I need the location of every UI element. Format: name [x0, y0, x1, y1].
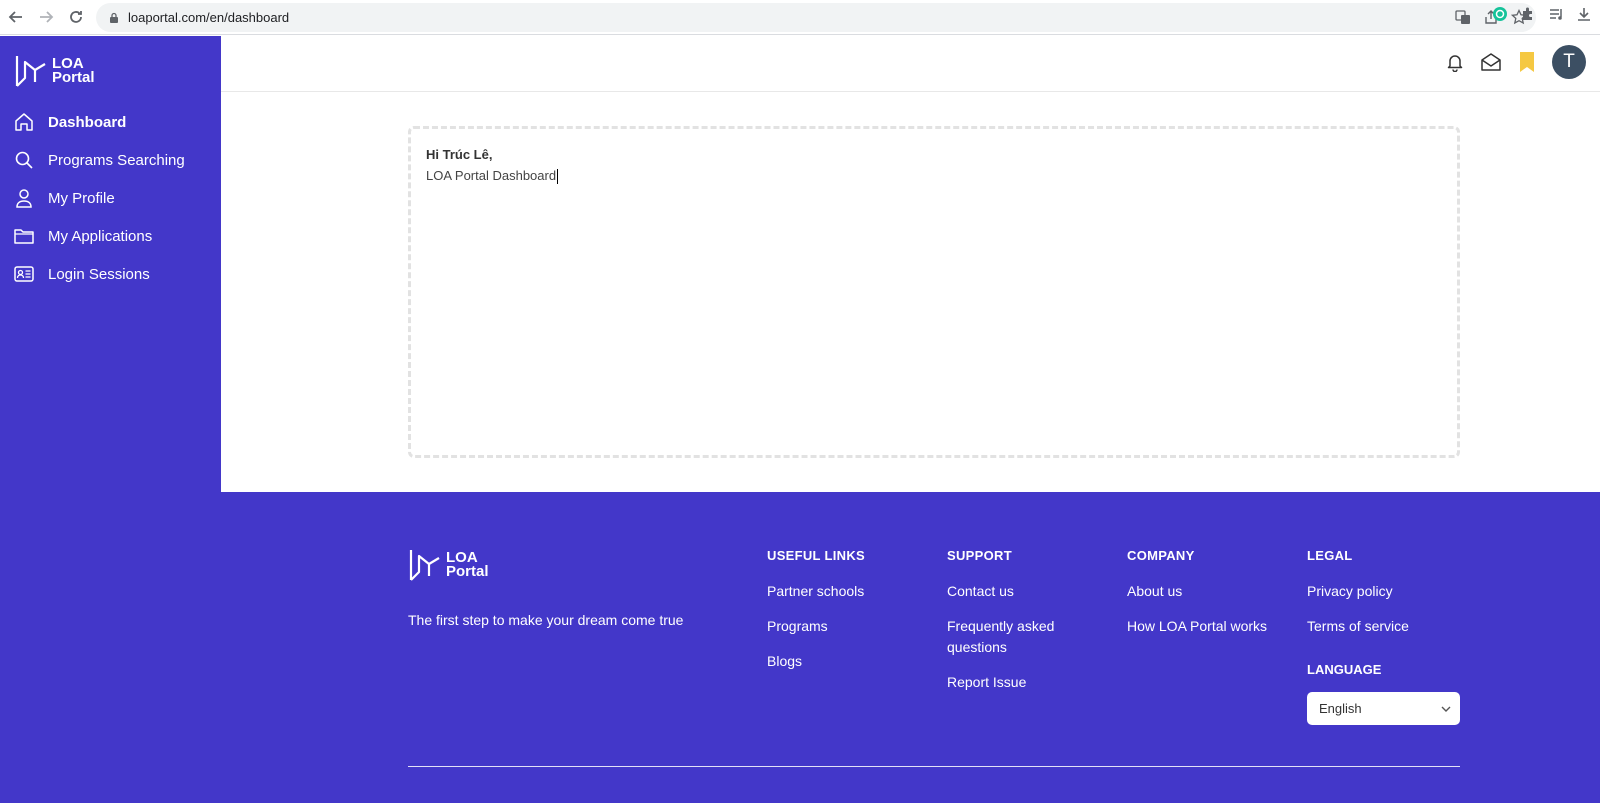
footer-link-about-us[interactable]: About us: [1127, 581, 1267, 602]
language-selected-value: English: [1319, 701, 1362, 716]
logo[interactable]: LOA Portal: [14, 54, 95, 88]
logo-line2: Portal: [446, 563, 489, 580]
reload-icon: [70, 11, 82, 23]
avatar[interactable]: T: [1552, 45, 1586, 79]
translate-icon[interactable]: [1454, 8, 1472, 26]
sidebar-item-label: My Applications: [48, 227, 153, 245]
bookmark-icon[interactable]: [1516, 51, 1538, 73]
footer-tagline: The first step to make your dream come t…: [408, 612, 684, 628]
loa-logo-icon: [409, 550, 440, 581]
url-text: loaportal.com/en/dashboard: [128, 10, 290, 25]
user-icon: [16, 189, 32, 208]
sidebar-item-label: Dashboard: [48, 113, 127, 131]
chevron-down-icon: [1441, 706, 1451, 712]
footer-link-privacy-policy[interactable]: Privacy policy: [1307, 581, 1409, 602]
footer-logo[interactable]: LOA Portal: [408, 548, 489, 582]
reload-button[interactable]: [62, 3, 90, 31]
id-card-icon: [14, 266, 34, 282]
address-bar[interactable]: loaportal.com/en/dashboard: [96, 3, 1536, 32]
footer-link-terms-of-service[interactable]: Terms of service: [1307, 616, 1409, 637]
footer-col-title: USEFUL LINKS: [767, 548, 865, 563]
greeting-text: Hi Trúc Lê,: [426, 147, 493, 162]
folder-icon: [14, 229, 34, 244]
footer-col-company: COMPANY About us How LOA Portal works: [1127, 548, 1267, 651]
home-icon: [15, 113, 33, 131]
back-button[interactable]: [2, 3, 30, 31]
sidebar-item-my-profile[interactable]: My Profile: [0, 181, 221, 215]
sidebar-item-label: My Profile: [48, 189, 115, 207]
footer-link-blogs[interactable]: Blogs: [767, 651, 865, 672]
sidebar-item-dashboard[interactable]: Dashboard: [0, 105, 221, 139]
footer-link-faq[interactable]: Frequently asked questions: [947, 616, 1087, 658]
footer-col-support: SUPPORT Contact us Frequently asked ques…: [947, 548, 1087, 707]
sidebar-item-label: Login Sessions: [48, 265, 150, 283]
envelope-icon[interactable]: [1480, 51, 1502, 73]
forward-button[interactable]: [32, 3, 60, 31]
footer-divider: [408, 766, 1460, 767]
sidebar: LOA Portal Dashboard Programs Searching …: [0, 36, 221, 803]
footer-link-programs[interactable]: Programs: [767, 616, 865, 637]
arrow-left-icon: [8, 11, 22, 23]
footer-col-title: SUPPORT: [947, 548, 1012, 563]
footer-link-partner-schools[interactable]: Partner schools: [767, 581, 865, 602]
loa-logo-icon: [15, 56, 46, 87]
top-header: T: [221, 36, 1600, 92]
footer-col-useful-links: USEFUL LINKS Partner schools Programs Bl…: [767, 548, 865, 686]
dashboard-subtitle-text: LOA Portal Dashboard: [426, 168, 557, 183]
footer-link-report-issue[interactable]: Report Issue: [947, 672, 1087, 693]
dashboard-card: Hi Trúc Lê, LOA Portal Dashboard: [408, 126, 1460, 458]
search-icon: [15, 151, 33, 169]
arrow-right-icon: [40, 11, 54, 23]
browser-toolbar: loaportal.com/en/dashboard: [0, 0, 1600, 35]
footer-col-title: LEGAL: [1307, 548, 1353, 563]
language-title: LANGUAGE: [1307, 662, 1382, 677]
sidebar-item-my-applications[interactable]: My Applications: [0, 219, 221, 253]
footer-link-contact-us[interactable]: Contact us: [947, 581, 1087, 602]
footer-link-how-it-works[interactable]: How LOA Portal works: [1127, 616, 1267, 637]
footer-col-title: COMPANY: [1127, 548, 1195, 563]
footer: LOA Portal The first step to make your d…: [221, 492, 1600, 803]
lock-icon: [110, 12, 118, 23]
extensions-puzzle-icon[interactable]: [1518, 4, 1538, 24]
sidebar-item-programs-searching[interactable]: Programs Searching: [0, 143, 221, 177]
footer-col-legal: LEGAL Privacy policy Terms of service: [1307, 548, 1409, 651]
sidebar-item-label: Programs Searching: [48, 151, 185, 169]
dashboard-subtitle: LOA Portal Dashboard: [426, 168, 1442, 185]
bell-icon[interactable]: [1444, 51, 1466, 73]
logo-line2: Portal: [52, 69, 95, 86]
language-select[interactable]: English: [1307, 692, 1460, 725]
text-caret: [557, 169, 559, 185]
extension-grammarly-icon[interactable]: [1490, 4, 1510, 24]
media-queue-icon[interactable]: [1546, 4, 1566, 24]
download-icon[interactable]: [1574, 4, 1594, 24]
sidebar-item-login-sessions[interactable]: Login Sessions: [0, 257, 221, 291]
